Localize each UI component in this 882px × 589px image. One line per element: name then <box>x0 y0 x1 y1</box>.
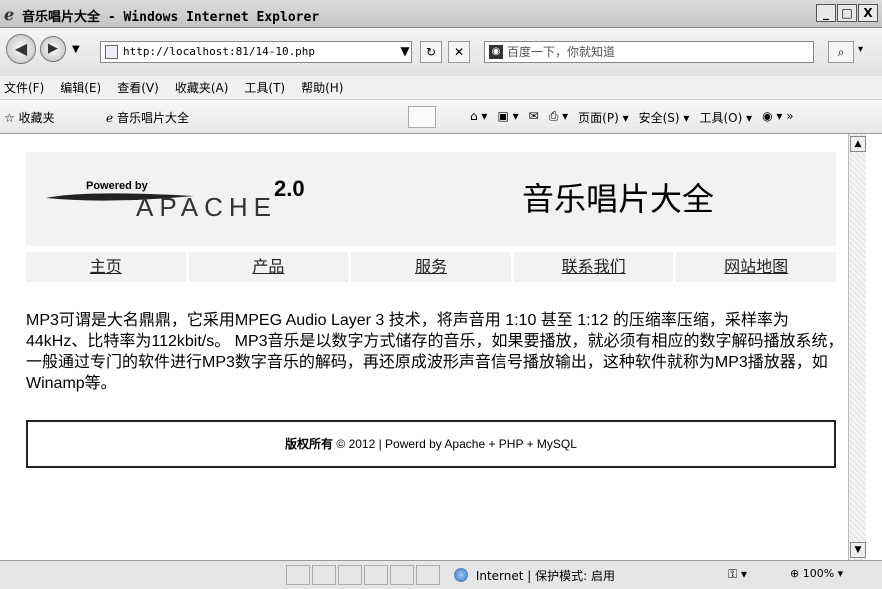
address-input[interactable]: http://localhost:81/14-10.php <box>100 41 412 63</box>
search-placeholder: 百度一下，你就知道 <box>507 45 616 59</box>
footer-copyright: 版权所有 <box>285 437 334 451</box>
site-title: 音乐唱片大全 <box>522 180 715 218</box>
new-tab-button[interactable] <box>408 106 436 128</box>
search-icon[interactable]: ⌕ <box>828 41 854 63</box>
scroll-up-icon[interactable]: ▲ <box>850 136 866 152</box>
site-header: Powered by 2.0 APACHE 音乐唱片大全 <box>26 152 836 246</box>
help-icon[interactable]: ◉ ▾ » <box>762 109 793 126</box>
nav-home[interactable]: 主页 <box>26 252 186 282</box>
menu-bar: 文件(F) 编辑(E) 查看(V) 收藏夹(A) 工具(T) 帮助(H) <box>0 76 882 100</box>
favorites-label: 收藏夹 <box>18 111 55 125</box>
baidu-icon: ◉ <box>489 45 503 59</box>
address-url: http://localhost:81/14-10.php <box>123 45 316 58</box>
window-controls: _ □ X <box>816 4 878 22</box>
command-bar: ⌂ ▾ ▣ ▾ ✉ ⎙ ▾ 页面(P) ▾ 安全(S) ▾ 工具(O) ▾ ◉ … <box>470 109 794 126</box>
stop-icon[interactable]: ✕ <box>448 41 470 63</box>
scroll-down-icon[interactable]: ▼ <box>850 542 866 558</box>
page-icon <box>105 45 118 59</box>
menu-tools[interactable]: 工具(T) <box>244 79 285 96</box>
vertical-scrollbar[interactable]: ▲ ▼ <box>848 134 866 560</box>
tab-ie-icon: ℯ <box>106 111 114 125</box>
search-options-icon[interactable]: ▾ <box>858 44 863 55</box>
footer-text: © 2012 | Powerd by Apache + PHP + MySQL <box>333 437 577 451</box>
minimize-button[interactable]: _ <box>816 4 836 22</box>
mail-icon[interactable]: ✉ <box>529 109 539 126</box>
forward-button[interactable]: ▶ <box>40 36 66 62</box>
apache-word: APACHE <box>136 192 277 222</box>
page-menu[interactable]: 页面(P) ▾ <box>578 109 628 126</box>
site-nav: 主页 产品 服务 联系我们 网站地图 <box>26 252 836 282</box>
back-button[interactable]: ◀ <box>6 34 36 64</box>
menu-edit[interactable]: 编辑(E) <box>60 79 101 96</box>
star-icon: ☆ <box>4 111 15 125</box>
address-toolbar: ◀ ▶ ▼ http://localhost:81/14-10.php ▼ ↻ … <box>0 28 882 76</box>
window-title: 音乐唱片大全 - Windows Internet Explorer <box>22 10 320 25</box>
favorites-bar: ☆ 收藏夹 ℯ 音乐唱片大全 ⌂ ▾ ▣ ▾ ✉ ⎙ ▾ 页面(P) ▾ 安全(… <box>0 100 882 134</box>
status-bar: Internet | 保护模式: 启用 ⚿ ▾ ⊕ 100% ▾ <box>0 560 882 589</box>
zoom-control[interactable]: ⊕ 100% ▾ <box>790 567 843 580</box>
nav-contact[interactable]: 联系我们 <box>513 252 674 282</box>
close-button[interactable]: X <box>858 4 878 22</box>
favorites-button[interactable]: ☆ 收藏夹 <box>4 109 55 126</box>
address-dropdown-icon[interactable]: ▼ <box>394 41 416 63</box>
home-icon[interactable]: ⌂ ▾ <box>470 109 487 126</box>
zoom-level: 100% <box>802 567 835 580</box>
search-input[interactable]: ◉ 百度一下，你就知道 <box>484 41 814 63</box>
menu-favorites[interactable]: 收藏夹(A) <box>175 79 229 96</box>
zone-text: Internet | 保护模式: 启用 <box>475 569 616 583</box>
status-panels <box>286 565 440 585</box>
maximize-button[interactable]: □ <box>837 4 857 22</box>
menu-help[interactable]: 帮助(H) <box>301 79 343 96</box>
powered-by-text: Powered by <box>86 180 148 192</box>
protected-mode-icon[interactable]: ⚿ ▾ <box>728 567 747 582</box>
menu-view[interactable]: 查看(V) <box>117 79 159 96</box>
apache-logo: Powered by 2.0 APACHE <box>46 176 346 228</box>
title-bar: ℯ 音乐唱片大全 - Windows Internet Explorer _ □… <box>0 0 882 28</box>
tab-title: 音乐唱片大全 <box>116 111 189 125</box>
menu-file[interactable]: 文件(F) <box>4 79 44 96</box>
recent-pages-dropdown-icon[interactable]: ▼ <box>72 44 80 55</box>
refresh-icon[interactable]: ↻ <box>420 41 442 63</box>
nav-products[interactable]: 产品 <box>188 252 349 282</box>
version-text: 2.0 <box>274 176 305 201</box>
print-icon[interactable]: ⎙ ▾ <box>549 109 568 126</box>
tools-menu[interactable]: 工具(O) ▾ <box>699 109 752 126</box>
page-footer: 版权所有 © 2012 | Powerd by Apache + PHP + M… <box>26 420 836 468</box>
page-viewport: Powered by 2.0 APACHE 音乐唱片大全 主页 产品 服务 联系… <box>8 134 848 560</box>
nav-services[interactable]: 服务 <box>351 252 511 282</box>
security-zone[interactable]: Internet | 保护模式: 启用 <box>454 567 615 584</box>
safety-menu[interactable]: 安全(S) ▾ <box>639 109 690 126</box>
globe-icon <box>454 568 468 582</box>
feeds-icon[interactable]: ▣ ▾ <box>497 109 518 126</box>
article-text: MP3可谓是大名鼎鼎，它采用MPEG Audio Layer 3 技术，将声音用… <box>26 312 844 392</box>
nav-sitemap[interactable]: 网站地图 <box>676 252 836 282</box>
tab-current[interactable]: ℯ 音乐唱片大全 <box>106 109 189 126</box>
ie-logo-icon: ℯ <box>4 5 15 24</box>
zoom-icon: ⊕ <box>790 567 800 580</box>
